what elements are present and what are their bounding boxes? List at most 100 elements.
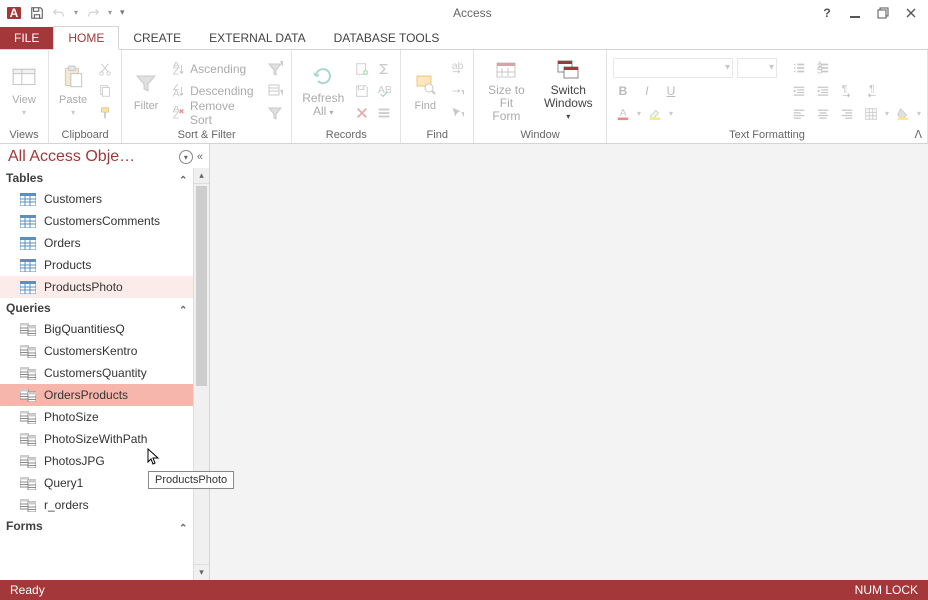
tab-external-data[interactable]: EXTERNAL DATA: [195, 27, 319, 49]
totals-icon[interactable]: [374, 59, 394, 79]
advanced-filter-icon[interactable]: ▾: [265, 81, 285, 101]
query-icon: [20, 432, 36, 446]
help-icon[interactable]: ?: [820, 6, 834, 20]
find-button[interactable]: Find: [407, 58, 443, 124]
chevron-up-icon[interactable]: ⌄: [179, 521, 187, 532]
nav-section-head[interactable]: Forms⌄: [0, 516, 193, 536]
nav-scrollbar[interactable]: ▴ ▾: [193, 168, 209, 580]
descending-button[interactable]: ZADescending: [168, 81, 261, 101]
replace-icon[interactable]: ab: [447, 59, 467, 79]
nav-table-item[interactable]: Products: [0, 254, 193, 276]
fill-color-icon[interactable]: [893, 104, 913, 124]
new-record-icon[interactable]: [352, 59, 372, 79]
group-sort-filter: Filter AZAscending ZADescending AZRemove…: [122, 50, 292, 143]
nav-table-item[interactable]: Orders: [0, 232, 193, 254]
nav-section-head[interactable]: Tables⌄: [0, 168, 193, 188]
cut-icon[interactable]: [95, 59, 115, 79]
tab-home[interactable]: HOME: [53, 26, 119, 50]
remove-sort-button[interactable]: AZRemove Sort: [168, 103, 261, 123]
nav-query-item[interactable]: CustomersKentro: [0, 340, 193, 362]
bullets-icon[interactable]: [789, 58, 809, 78]
selection-filter-icon[interactable]: ▾: [265, 59, 285, 79]
redo-icon[interactable]: [86, 6, 100, 20]
close-icon[interactable]: [904, 6, 918, 20]
switch-l1: Switch: [551, 83, 586, 97]
ltr-icon[interactable]: ¶: [837, 81, 857, 101]
delete-record-icon[interactable]: [352, 103, 372, 123]
chevron-up-icon[interactable]: ⌄: [179, 173, 187, 184]
scroll-down-icon[interactable]: ▾: [194, 564, 209, 580]
svg-text:▾: ▾: [280, 85, 283, 99]
nav-menu-icon[interactable]: ▾: [179, 150, 193, 164]
ascending-button[interactable]: AZAscending: [168, 59, 261, 79]
view-button[interactable]: View ▾: [6, 58, 42, 124]
nav-body: Tables⌄CustomersCustomersCommentsOrdersP…: [0, 168, 209, 580]
minimize-icon[interactable]: [848, 6, 862, 20]
refresh-all-button[interactable]: RefreshAll ▾: [298, 58, 348, 124]
font-size-combo[interactable]: ▾: [737, 58, 777, 78]
rtl-icon[interactable]: ¶: [861, 81, 881, 101]
restore-icon[interactable]: [876, 6, 890, 20]
save-icon[interactable]: [30, 6, 44, 20]
align-center-icon[interactable]: [813, 104, 833, 124]
table-icon: [20, 214, 36, 228]
nav-query-item[interactable]: PhotosJPG: [0, 450, 193, 472]
gridlines-icon[interactable]: [861, 104, 881, 124]
copy-icon[interactable]: [95, 81, 115, 101]
nav-item-label: Query1: [44, 476, 83, 490]
nav-query-item[interactable]: r_orders: [0, 494, 193, 516]
redo-dropdown-icon[interactable]: ▾: [108, 8, 112, 17]
increase-indent-icon[interactable]: [813, 81, 833, 101]
view-label: View: [12, 94, 36, 106]
italic-icon[interactable]: I: [637, 81, 657, 101]
scroll-thumb[interactable]: [196, 186, 207, 386]
nav-query-item[interactable]: CustomersQuantity: [0, 362, 193, 384]
tab-create[interactable]: CREATE: [119, 27, 195, 49]
undo-dropdown-icon[interactable]: ▾: [74, 8, 78, 17]
nav-query-item[interactable]: PhotoSizeWithPath: [0, 428, 193, 450]
format-painter-icon[interactable]: [95, 103, 115, 123]
group-text-formatting: ▾ ▾ B I U A ▾ ▾ 123: [607, 50, 928, 143]
switch-windows-button[interactable]: SwitchWindows ▾: [537, 58, 600, 124]
paste-button[interactable]: Paste ▾: [55, 58, 91, 124]
font-combo[interactable]: ▾: [613, 58, 733, 78]
font-color-icon[interactable]: A: [613, 104, 633, 124]
numbering-icon[interactable]: 123: [813, 58, 833, 78]
highlight-icon[interactable]: [645, 104, 665, 124]
chevron-up-icon[interactable]: ⌄: [179, 303, 187, 314]
nav-header[interactable]: All Access Obje… ▾ «: [0, 144, 209, 168]
svg-text:¶: ¶: [842, 84, 848, 95]
nav-table-item[interactable]: CustomersComments: [0, 210, 193, 232]
tab-database-tools[interactable]: DATABASE TOOLS: [320, 27, 454, 49]
nav-query-item[interactable]: OrdersProducts: [0, 384, 193, 406]
size-to-fit-button[interactable]: Size toFit Form: [480, 58, 532, 124]
align-right-icon[interactable]: [837, 104, 857, 124]
select-icon[interactable]: ▾: [447, 103, 467, 123]
spelling-icon[interactable]: ABC: [374, 81, 394, 101]
size-to-fit-icon: [492, 58, 520, 82]
scroll-up-icon[interactable]: ▴: [194, 168, 209, 184]
nav-section-head[interactable]: Queries⌄: [0, 298, 193, 318]
decrease-indent-icon[interactable]: [789, 81, 809, 101]
ribbon-collapse-icon[interactable]: ᐱ: [914, 128, 922, 141]
bold-icon[interactable]: B: [613, 81, 633, 101]
underline-icon[interactable]: U: [661, 81, 681, 101]
undo-icon[interactable]: [52, 6, 66, 20]
nav-query-item[interactable]: BigQuantitiesQ: [0, 318, 193, 340]
align-left-icon[interactable]: [789, 104, 809, 124]
nav-table-item[interactable]: Customers: [0, 188, 193, 210]
switch-windows-icon: [554, 58, 582, 82]
filter-button[interactable]: Filter: [128, 58, 164, 124]
save-record-icon[interactable]: [352, 81, 372, 101]
toggle-filter-icon[interactable]: [265, 103, 285, 123]
nav-collapse-icon[interactable]: «: [197, 151, 203, 163]
svg-text:▾: ▾: [280, 61, 283, 70]
goto-icon[interactable]: ▾: [447, 81, 467, 101]
group-window-label: Window: [480, 129, 600, 143]
nav-table-item[interactable]: ProductsPhoto: [0, 276, 193, 298]
nav-query-item[interactable]: PhotoSize: [0, 406, 193, 428]
tab-file[interactable]: FILE: [0, 27, 53, 49]
nav-item-label: BigQuantitiesQ: [44, 322, 125, 336]
find-icon: [411, 70, 439, 98]
more-records-icon[interactable]: [374, 103, 394, 123]
